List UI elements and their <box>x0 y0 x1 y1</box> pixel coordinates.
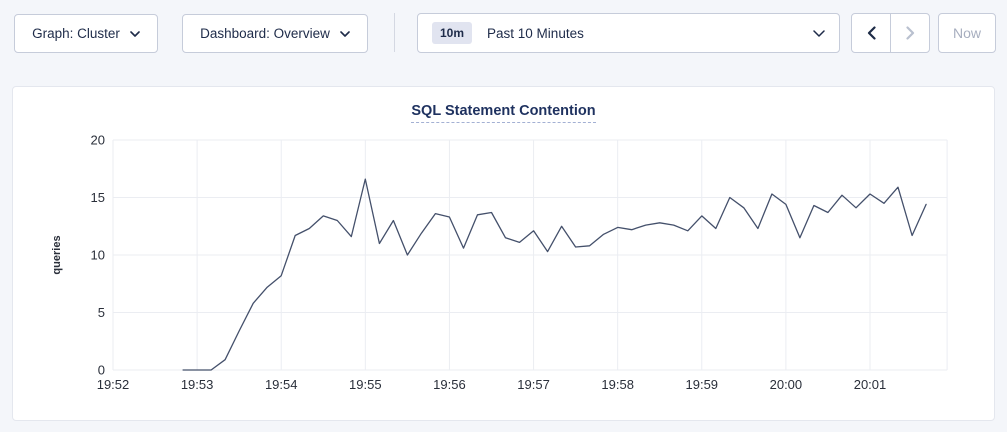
chevron-down-icon <box>130 31 140 37</box>
chart-title-row: SQL Statement Contention <box>13 87 994 123</box>
svg-text:20:00: 20:00 <box>770 377 803 392</box>
chevron-down-icon <box>813 30 825 37</box>
svg-text:19:59: 19:59 <box>686 377 719 392</box>
graph-selector-dropdown[interactable]: Graph: Cluster <box>14 14 158 53</box>
time-range-badge: 10m <box>432 22 472 44</box>
time-step-button-group <box>851 13 930 53</box>
svg-text:0: 0 <box>98 363 105 378</box>
chart-canvas[interactable]: 0 5 10 15 20 19:52 19:53 19:54 19:55 19:56 19:57 19… <box>13 123 996 422</box>
prev-time-button[interactable] <box>852 14 890 52</box>
svg-text:19:55: 19:55 <box>349 377 382 392</box>
chart-title[interactable]: SQL Statement Contention <box>411 103 595 123</box>
time-range-label: Past 10 Minutes <box>487 26 584 41</box>
chart-panel: SQL Statement Contention 0 5 10 15 20 19:52 19… <box>12 86 995 421</box>
now-button-label: Now <box>953 25 981 41</box>
svg-text:20: 20 <box>91 133 105 148</box>
svg-text:20:01: 20:01 <box>854 377 887 392</box>
svg-text:queries: queries <box>51 235 63 274</box>
metrics-toolbar: Graph: Cluster Dashboard: Overview 10m P… <box>0 0 1007 72</box>
svg-text:19:53: 19:53 <box>181 377 214 392</box>
graph-selector-label: Graph: Cluster <box>32 26 120 41</box>
dashboard-selector-dropdown[interactable]: Dashboard: Overview <box>182 14 368 53</box>
svg-text:5: 5 <box>98 305 105 320</box>
metrics-page: Graph: Cluster Dashboard: Overview 10m P… <box>0 0 1007 432</box>
toolbar-divider <box>394 13 395 52</box>
time-range-dropdown[interactable]: 10m Past 10 Minutes <box>417 13 840 53</box>
chevron-left-icon <box>867 26 876 40</box>
dashboard-selector-label: Dashboard: Overview <box>200 26 330 41</box>
now-button[interactable]: Now <box>938 13 996 53</box>
svg-text:19:57: 19:57 <box>517 377 550 392</box>
svg-text:19:54: 19:54 <box>265 377 298 392</box>
svg-text:19:56: 19:56 <box>433 377 466 392</box>
svg-text:19:58: 19:58 <box>601 377 634 392</box>
svg-text:10: 10 <box>91 248 105 263</box>
line-chart-svg: 0 5 10 15 20 19:52 19:53 19:54 19:55 19:56 19:57 19… <box>13 123 996 422</box>
chevron-down-icon <box>340 31 350 37</box>
next-time-button[interactable] <box>890 14 929 52</box>
svg-text:19:52: 19:52 <box>97 377 130 392</box>
svg-text:15: 15 <box>91 190 105 205</box>
chevron-right-icon <box>906 26 915 40</box>
